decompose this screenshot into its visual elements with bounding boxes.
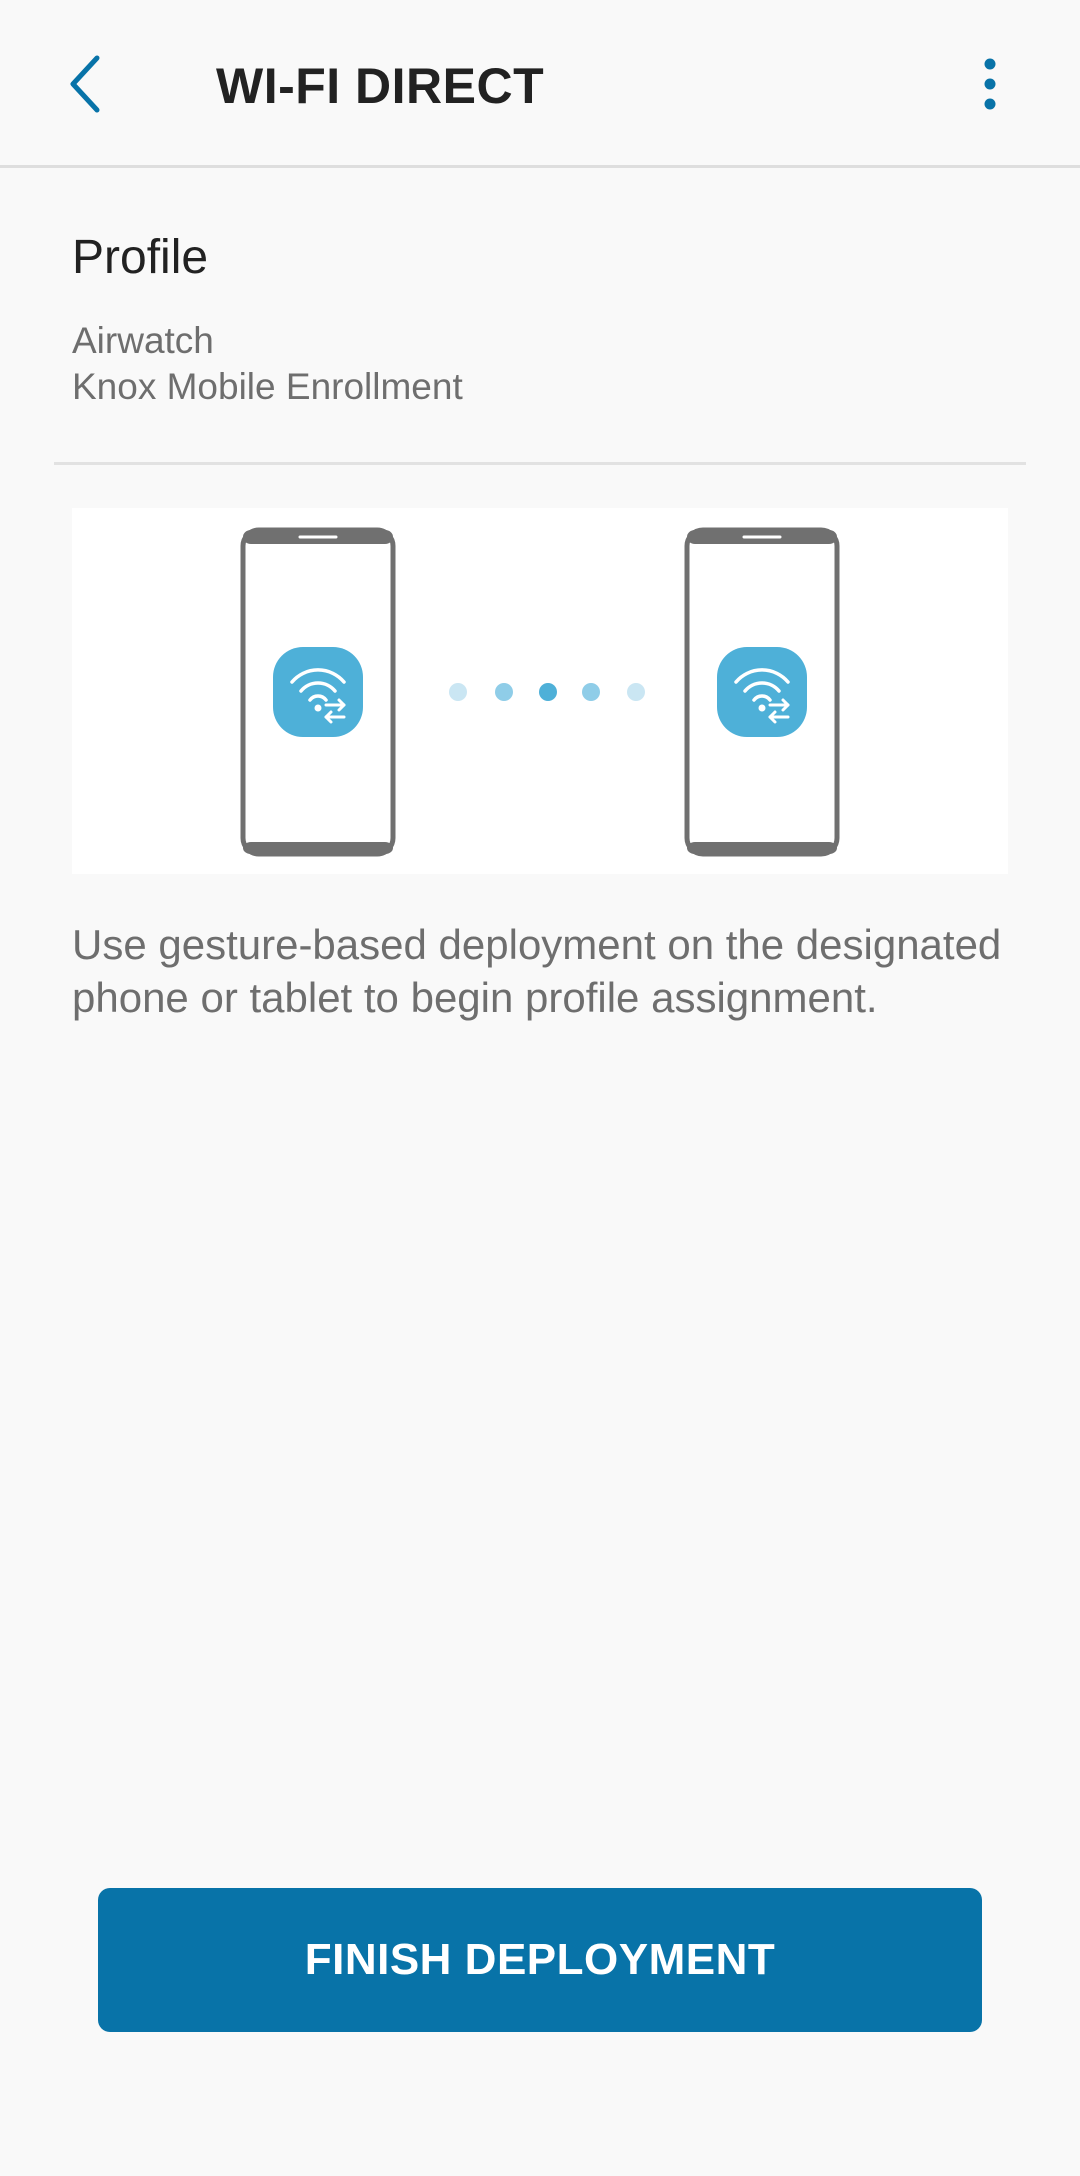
target-phone [684, 527, 840, 857]
more-vertical-icon [984, 58, 996, 110]
profile-details: Airwatch Knox Mobile Enrollment [72, 318, 463, 410]
transfer-dots [449, 683, 645, 701]
profile-line-1: Airwatch [72, 320, 214, 361]
profile-heading: Profile [72, 231, 209, 284]
app-bar: WI-FI DIRECT [0, 0, 1080, 168]
wifi-direct-icon [271, 645, 365, 739]
divider [54, 462, 1026, 465]
wifi-direct-icon [715, 645, 809, 739]
page-title: WI-FI DIRECT [216, 58, 545, 114]
more-options-button[interactable] [960, 46, 1020, 122]
instruction-text: Use gesture-based deployment on the desi… [72, 921, 1002, 1021]
chevron-left-icon [70, 55, 100, 113]
back-button[interactable] [50, 46, 120, 122]
source-phone [240, 527, 396, 857]
wifi-direct-illustration [72, 508, 1008, 874]
finish-deployment-button[interactable]: FINISH DEPLOYMENT [98, 1888, 982, 2032]
profile-line-2: Knox Mobile Enrollment [72, 366, 463, 407]
